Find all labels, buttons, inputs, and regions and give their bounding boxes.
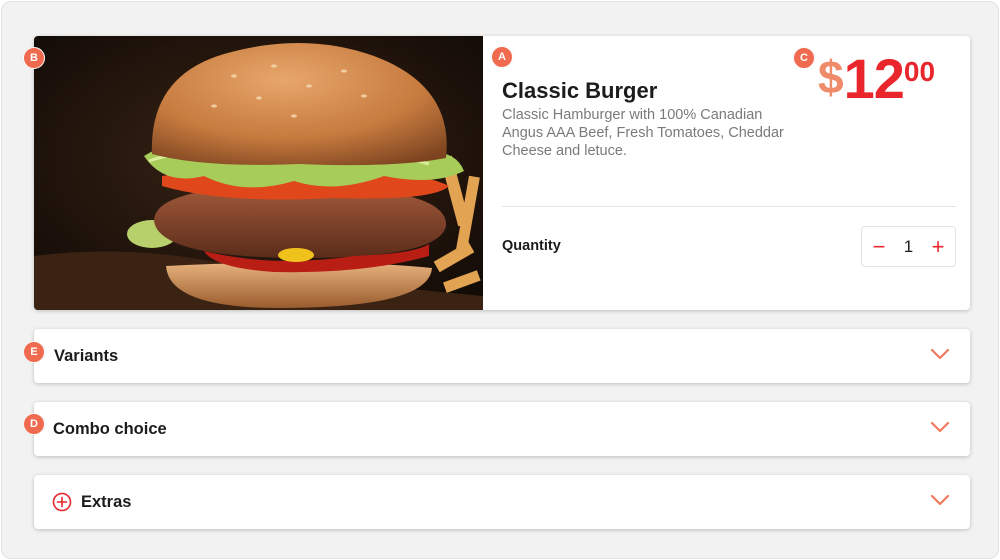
quantity-value[interactable]: 1 xyxy=(904,237,913,257)
burger-photo-icon xyxy=(34,36,483,310)
product-price: $1200 xyxy=(818,46,935,111)
annotation-marker-c: C xyxy=(793,47,815,69)
product-card: Classic Burger Classic Hamburger with 10… xyxy=(34,36,970,310)
quantity-label: Quantity xyxy=(502,238,561,254)
product-title: Classic Burger xyxy=(502,78,658,103)
product-image xyxy=(34,36,483,310)
price-cents: 00 xyxy=(903,56,936,87)
plus-circle-icon[interactable] xyxy=(52,492,72,512)
annotation-marker-e: E xyxy=(23,341,45,363)
annotation-marker-b: B xyxy=(23,47,45,69)
chevron-down-icon[interactable] xyxy=(930,493,950,507)
variants-accordion[interactable]: Variants xyxy=(34,329,970,383)
chevron-down-icon[interactable] xyxy=(930,347,950,361)
increment-button[interactable]: + xyxy=(929,235,947,258)
price-whole: 12 xyxy=(843,47,905,110)
product-description: Classic Hamburger with 100% Canadian Ang… xyxy=(502,107,784,159)
decrement-button[interactable]: − xyxy=(870,235,888,258)
divider xyxy=(502,206,956,207)
page-background: Classic Burger Classic Hamburger with 10… xyxy=(1,1,999,559)
annotation-marker-d: D xyxy=(23,413,45,435)
combo-choice-label: Combo choice xyxy=(53,419,167,438)
quantity-stepper: − 1 + xyxy=(861,226,956,267)
chevron-down-icon[interactable] xyxy=(930,420,950,434)
variants-label: Variants xyxy=(54,346,119,365)
price-currency: $ xyxy=(818,51,844,103)
extras-label: Extras xyxy=(81,492,132,511)
combo-choice-accordion[interactable]: Combo choice xyxy=(34,402,970,456)
extras-accordion[interactable]: Extras xyxy=(34,475,970,529)
annotation-marker-a: A xyxy=(491,46,513,68)
